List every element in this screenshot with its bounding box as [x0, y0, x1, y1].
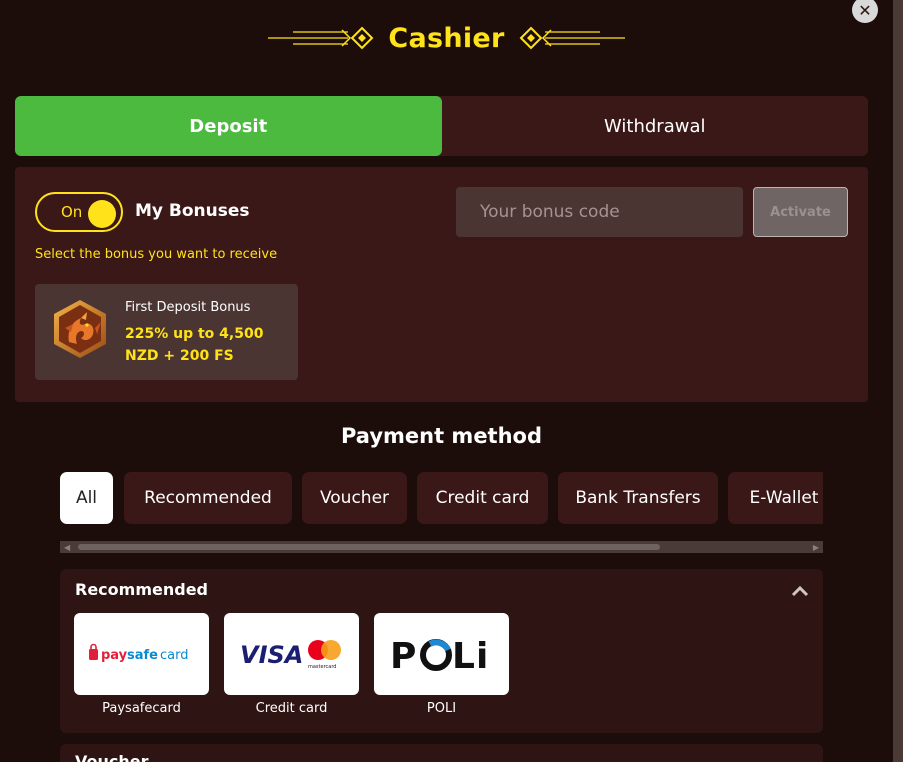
cashier-modal: ✕ Cashier Deposit Withdrawal On My Bonus…	[0, 0, 893, 762]
my-bonuses-label: My Bonuses	[135, 201, 250, 221]
payment-method-name: POLI	[426, 701, 457, 716]
bonus-code-input[interactable]	[456, 187, 743, 237]
bonus-card-title: First Deposit Bonus	[125, 300, 251, 315]
payment-method-name: Credit card	[255, 701, 328, 716]
payment-method-title: Payment method	[340, 424, 543, 448]
visa-mastercard-icon: VISA mastercard	[240, 640, 341, 670]
payment-method-name: Paysafecard	[102, 701, 181, 716]
filter-voucher[interactable]: Voucher	[302, 472, 407, 524]
payment-method-credit-card[interactable]: VISA mastercard Credit card	[224, 613, 359, 716]
filters-scrollbar[interactable]: ◀ ▶	[60, 541, 823, 553]
section-title: Voucher	[75, 752, 149, 762]
section-voucher[interactable]: Voucher	[60, 744, 823, 762]
svg-text:i: i	[476, 636, 488, 674]
filter-e-wallet[interactable]: E-Wallet	[728, 472, 823, 524]
poli-icon: P L i	[390, 636, 488, 674]
payment-method-poli[interactable]: P L i POLI	[374, 613, 509, 716]
toggle-label: On	[61, 203, 83, 221]
tab-deposit[interactable]: Deposit	[15, 96, 442, 156]
svg-text:pay: pay	[101, 648, 128, 663]
bonus-toggle[interactable]: On	[35, 192, 123, 232]
filter-recommended[interactable]: Recommended	[124, 472, 292, 524]
visa-mastercard-logo: VISA mastercard	[224, 613, 359, 695]
bonus-panel: On My Bonuses Select the bonus you want …	[15, 167, 868, 402]
tab-withdrawal[interactable]: Withdrawal	[442, 96, 869, 156]
ornament-right-icon	[519, 26, 625, 50]
toggle-knob	[88, 200, 116, 228]
ornament-left-icon	[268, 26, 374, 50]
scroll-right-icon[interactable]: ▶	[813, 543, 819, 552]
bonus-hint: Select the bonus you want to receive	[35, 247, 278, 262]
filter-all[interactable]: All	[60, 472, 113, 524]
payment-method-paysafecard[interactable]: pay safe card Paysafecard	[74, 613, 209, 716]
dragon-badge-icon	[54, 300, 106, 358]
cashier-tabs: Deposit Withdrawal	[15, 96, 868, 156]
page-title: Cashier	[388, 22, 505, 54]
bonus-card-offer: 225% up to 4,500 NZD + 200 FS	[125, 326, 264, 364]
svg-text:mastercard: mastercard	[308, 664, 336, 670]
payment-filters: All Recommended Voucher Credit card Bank…	[60, 472, 823, 524]
section-title: Recommended	[75, 580, 208, 599]
section-recommended: Recommended pay safe card Paysafecard VI…	[60, 569, 823, 733]
poli-logo: P L i	[374, 613, 509, 695]
modal-scrollbar[interactable]	[893, 0, 903, 762]
svg-text:L: L	[452, 636, 475, 674]
paysafecard-icon: pay safe card	[88, 643, 188, 663]
svg-text:card: card	[160, 648, 188, 663]
chevron-up-icon[interactable]	[791, 585, 809, 597]
activate-button[interactable]: Activate	[753, 187, 848, 237]
filter-bank-transfers[interactable]: Bank Transfers	[558, 472, 718, 524]
svg-text:VISA: VISA	[240, 641, 303, 669]
cashier-header: Cashier	[0, 18, 893, 58]
svg-text:safe: safe	[127, 648, 158, 663]
scroll-left-icon[interactable]: ◀	[64, 543, 70, 552]
scrollbar-thumb[interactable]	[78, 544, 660, 550]
bonus-card[interactable]: First Deposit Bonus 225% up to 4,500 NZD…	[35, 284, 298, 380]
filter-credit-card[interactable]: Credit card	[417, 472, 548, 524]
paysafecard-logo: pay safe card	[74, 613, 209, 695]
svg-text:P: P	[390, 636, 416, 674]
